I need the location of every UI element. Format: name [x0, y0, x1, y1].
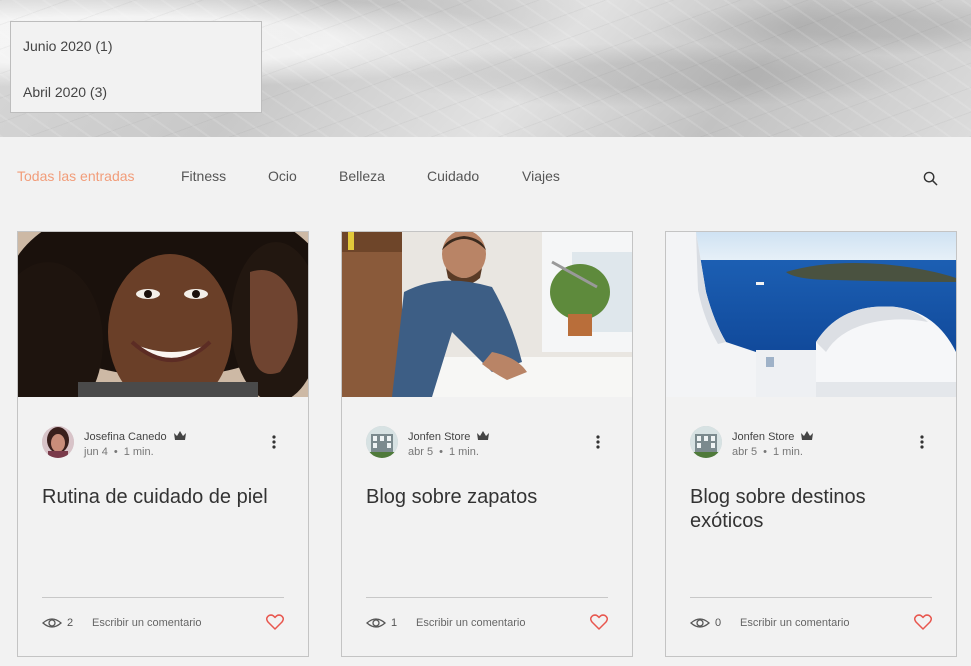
write-comment-link[interactable]: Escribir un comentario	[740, 617, 849, 629]
more-options-icon[interactable]	[270, 434, 278, 450]
tab-ocio[interactable]: Ocio	[268, 168, 297, 184]
divider	[690, 597, 932, 598]
tab-all-posts[interactable]: Todas las entradas	[17, 168, 135, 184]
post-card[interactable]: Josefina Canedo jun 4 • 1 min. Rutina de c…	[17, 231, 309, 657]
post-image-shoes[interactable]	[342, 232, 632, 397]
post-title[interactable]: Blog sobre zapatos	[366, 485, 612, 509]
divider	[366, 597, 608, 598]
search-icon[interactable]	[923, 171, 938, 186]
write-comment-link[interactable]: Escribir un comentario	[92, 617, 201, 629]
write-comment-link[interactable]: Escribir un comentario	[416, 617, 525, 629]
crown-icon	[173, 431, 186, 440]
post-title[interactable]: Blog sobre destinos exóticos	[690, 485, 936, 533]
author-name[interactable]: Jonfen Store	[732, 430, 814, 443]
more-options-icon[interactable]	[918, 434, 926, 450]
post-meta: abr 5 • 1 min.	[732, 446, 803, 458]
post-card[interactable]: Jonfen Store abr 5 • 1 min. Blog sobre zap…	[341, 231, 633, 657]
post-title[interactable]: Rutina de cuidado de piel	[42, 485, 288, 509]
view-count: 1	[391, 617, 398, 629]
eye-icon	[366, 618, 386, 628]
crown-icon	[477, 431, 490, 440]
post-date: abr 5	[732, 446, 758, 458]
tab-viajes[interactable]: Viajes	[522, 168, 560, 184]
tab-cuidado[interactable]: Cuidado	[427, 168, 479, 184]
view-count: 0	[715, 617, 722, 629]
heart-icon[interactable]	[914, 614, 932, 630]
post-meta: jun 4 • 1 min.	[84, 446, 154, 458]
heart-icon[interactable]	[590, 614, 608, 630]
post-image-skincare[interactable]	[18, 232, 308, 397]
eye-icon	[690, 618, 710, 628]
post-meta: abr 5 • 1 min.	[408, 446, 479, 458]
author-label[interactable]: Jonfen Store	[732, 431, 794, 443]
tab-fitness[interactable]: Fitness	[181, 168, 226, 184]
divider	[42, 597, 284, 598]
more-options-icon[interactable]	[594, 434, 602, 450]
archive-item-april-2020[interactable]: Abril 2020 (3)	[23, 84, 107, 100]
view-count: 2	[67, 617, 74, 629]
eye-icon	[42, 618, 62, 628]
read-time: 1 min.	[772, 446, 803, 458]
read-time: 1 min.	[123, 446, 154, 458]
avatar[interactable]	[366, 426, 398, 458]
post-card[interactable]: Jonfen Store abr 5 • 1 min. Blog sobre des…	[665, 231, 957, 657]
archive-dropdown: Junio 2020 (1) Abril 2020 (3)	[10, 21, 262, 113]
post-date: abr 5	[408, 446, 434, 458]
avatar[interactable]	[42, 426, 74, 458]
archive-item-june-2020[interactable]: Junio 2020 (1)	[23, 38, 113, 54]
heart-icon[interactable]	[266, 614, 284, 630]
author-name[interactable]: Josefina Canedo	[84, 430, 187, 443]
author-label[interactable]: Jonfen Store	[408, 431, 470, 443]
category-nav: Todas las entradas Fitness Ocio Belleza …	[0, 168, 971, 188]
crown-icon	[801, 431, 814, 440]
post-date: jun 4	[84, 446, 108, 458]
read-time: 1 min.	[448, 446, 479, 458]
tab-belleza[interactable]: Belleza	[339, 168, 385, 184]
post-image-destinations[interactable]	[666, 232, 956, 397]
author-label[interactable]: Josefina Canedo	[84, 431, 167, 443]
author-name[interactable]: Jonfen Store	[408, 430, 490, 443]
avatar[interactable]	[690, 426, 722, 458]
